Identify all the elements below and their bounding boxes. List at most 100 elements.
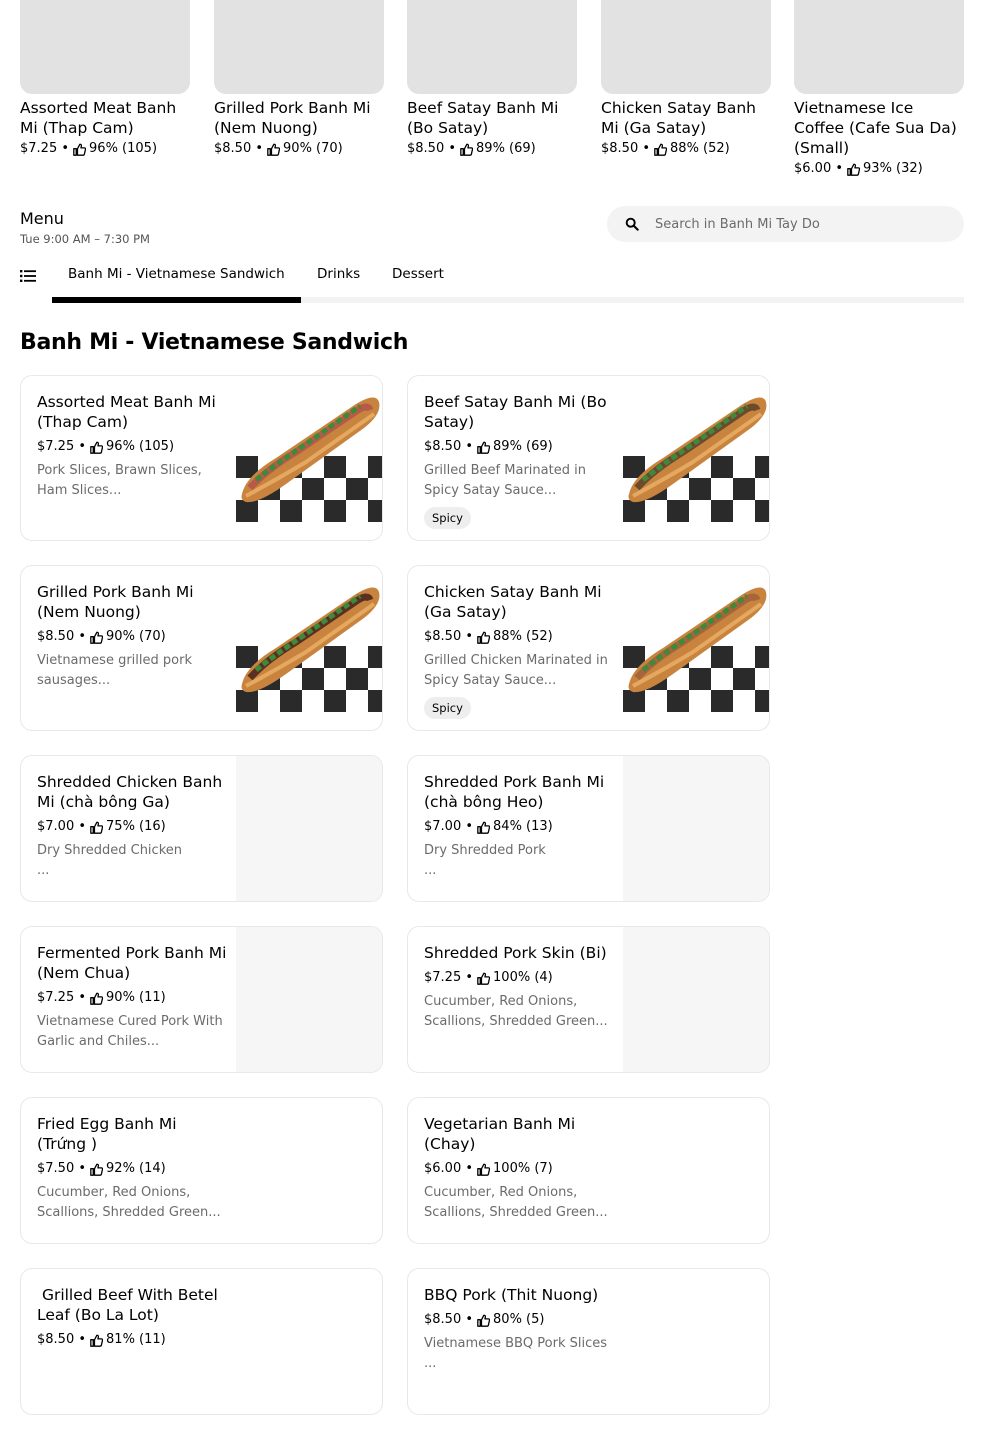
- menu-item-card[interactable]: Shredded Pork Skin (Bi) $7.25 • 100% (4)…: [407, 926, 770, 1073]
- item-description: Cucumber, Red Onions, Scallions, Shredde…: [37, 1183, 227, 1223]
- thumbs-up-icon: [460, 143, 474, 156]
- item-meta: $8.50 • 90% (70): [37, 627, 227, 647]
- item-description-line: Scallions, Shredded Green...: [424, 1014, 608, 1029]
- item-title: Fermented Pork Banh Mi (Nem Chua): [37, 944, 227, 982]
- item-photo-banh-mi[interactable]: [623, 566, 769, 712]
- menu-item-card[interactable]: Grilled Pork Banh Mi (Nem Nuong) $8.50 •…: [20, 565, 383, 731]
- item-price: $8.50 •: [214, 141, 264, 156]
- item-meta: $6.00 • 100% (7): [424, 1159, 614, 1179]
- menu-item-card[interactable]: Grilled Beef With Betel Leaf (Bo La Lot)…: [20, 1268, 383, 1415]
- carousel-item[interactable]: Assorted Meat Banh Mi (Thap Cam) $7.25 •…: [20, 0, 190, 159]
- item-title: Assorted Meat Banh Mi (Thap Cam): [37, 393, 216, 431]
- tab-dessert[interactable]: Dessert: [392, 264, 444, 284]
- menu-search-box[interactable]: [607, 206, 964, 242]
- thumbs-up-icon: [90, 631, 104, 644]
- menu-item-card[interactable]: Fermented Pork Banh Mi (Nem Chua) $7.25 …: [20, 926, 383, 1073]
- item-rating: 96% (105): [106, 439, 175, 454]
- item-image-placeholder[interactable]: [623, 927, 769, 1072]
- item-meta: $7.00 • 84% (13): [424, 817, 614, 837]
- item-title: Fried Egg Banh Mi (Trứng ): [37, 1115, 177, 1153]
- item-rating: 93% (32): [863, 161, 923, 176]
- tab-active-indicator: [52, 297, 301, 303]
- card-body: BBQ Pork (Thit Nuong) $8.50 • 80% (5) Vi…: [424, 1285, 614, 1374]
- carousel-item[interactable]: Vietnamese Ice Coffee (Cafe Sua Da) (Sma…: [794, 0, 964, 179]
- item-photo-banh-mi[interactable]: [236, 566, 382, 712]
- item-image-placeholder[interactable]: [236, 927, 382, 1072]
- carousel-item-title[interactable]: Chicken Satay Banh Mi (Ga Satay): [601, 98, 771, 138]
- carousel-item[interactable]: Beef Satay Banh Mi (Bo Satay) $8.50 • 89…: [407, 0, 577, 159]
- item-description: Pork Slices, Brawn Slices, Ham Slices...: [37, 461, 227, 501]
- carousel-item[interactable]: Grilled Pork Banh Mi (Nem Nuong) $8.50 •…: [214, 0, 384, 159]
- item-description-line: Scallions, Shredded Green...: [37, 1205, 221, 1220]
- item-rating: 89% (69): [493, 439, 553, 454]
- item-rating: 90% (70): [106, 629, 166, 644]
- card-body: Assorted Meat Banh Mi (Thap Cam) $7.25 •…: [37, 392, 227, 501]
- item-title: BBQ Pork (Thit Nuong): [424, 1286, 599, 1304]
- card-body: Shredded Pork Skin (Bi) $7.25 • 100% (4)…: [424, 943, 614, 1032]
- item-image-placeholder[interactable]: [601, 0, 771, 94]
- item-description: Vietnamese grilled pork sausages...: [37, 651, 227, 691]
- thumbs-up-icon: [90, 1334, 104, 1347]
- item-rating: 89% (69): [476, 141, 536, 156]
- item-title: Shredded Chicken Banh Mi (chà bông Ga): [37, 773, 223, 811]
- category-list-icon[interactable]: [20, 269, 36, 283]
- item-image-placeholder[interactable]: [794, 0, 964, 94]
- item-rating: 96% (105): [89, 141, 158, 156]
- carousel-item-title[interactable]: Grilled Pork Banh Mi (Nem Nuong): [214, 98, 384, 138]
- item-description-line: Grilled Beef Marinated in: [424, 463, 586, 478]
- thumbs-up-icon: [90, 441, 104, 454]
- item-meta: $8.50 • 89% (69): [424, 437, 614, 457]
- menu-item-card[interactable]: Assorted Meat Banh Mi (Thap Cam) $7.25 •…: [20, 375, 383, 541]
- item-rating: 92% (14): [106, 1161, 166, 1176]
- menu-item-card[interactable]: Shredded Chicken Banh Mi (chà bông Ga) $…: [20, 755, 383, 902]
- item-price: $7.00 •: [424, 819, 474, 834]
- search-icon: [625, 217, 639, 231]
- item-description: Vietnamese Cured Pork With Garlic and Ch…: [37, 1012, 227, 1052]
- item-description-line: Pork Slices, Brawn Slices,: [37, 463, 202, 478]
- item-image-placeholder[interactable]: [20, 0, 190, 94]
- item-photo-banh-mi[interactable]: [623, 376, 769, 522]
- carousel-item-title[interactable]: Vietnamese Ice Coffee (Cafe Sua Da) (Sma…: [794, 98, 964, 158]
- item-image-placeholder[interactable]: [407, 0, 577, 94]
- thumbs-up-icon: [847, 163, 861, 176]
- item-meta: $8.50 • 80% (5): [424, 1310, 614, 1330]
- tab-banh-mi[interactable]: Banh Mi - Vietnamese Sandwich: [68, 264, 285, 284]
- menu-item-card[interactable]: Vegetarian Banh Mi (Chay) $6.00 • 100% (…: [407, 1097, 770, 1244]
- menu-item-card[interactable]: BBQ Pork (Thit Nuong) $8.50 • 80% (5) Vi…: [407, 1268, 770, 1415]
- item-price: $8.50 •: [37, 1332, 87, 1347]
- item-description-line: Scallions, Shredded Green...: [424, 1205, 608, 1220]
- item-image-placeholder[interactable]: [214, 0, 384, 94]
- thumbs-up-icon: [477, 631, 491, 644]
- item-rating: 88% (52): [493, 629, 553, 644]
- item-meta: $7.00 • 75% (16): [37, 817, 227, 837]
- item-photo-banh-mi[interactable]: [236, 376, 382, 522]
- item-meta: $7.25 • 90% (11): [37, 988, 227, 1008]
- item-description-line: Spicy Satay Sauce...: [424, 673, 557, 688]
- item-description: Grilled Beef Marinated in Spicy Satay Sa…: [424, 461, 614, 501]
- menu-item-card[interactable]: Shredded Pork Banh Mi (chà bông Heo) $7.…: [407, 755, 770, 902]
- menu-item-card[interactable]: Chicken Satay Banh Mi (Ga Satay) $8.50 •…: [407, 565, 770, 731]
- item-image-placeholder[interactable]: [623, 756, 769, 901]
- item-price: $6.00 •: [424, 1161, 474, 1176]
- tab-drinks[interactable]: Drinks: [317, 264, 360, 284]
- item-rating: 75% (16): [106, 819, 166, 834]
- carousel-item-meta: $8.50 • 89% (69): [407, 139, 577, 159]
- thumbs-up-icon: [90, 1163, 104, 1176]
- item-image-placeholder[interactable]: [236, 756, 382, 901]
- menu-item-card[interactable]: Beef Satay Banh Mi (Bo Satay) $8.50 • 89…: [407, 375, 770, 541]
- carousel-item-title[interactable]: Beef Satay Banh Mi (Bo Satay): [407, 98, 577, 138]
- carousel-item-title[interactable]: Assorted Meat Banh Mi (Thap Cam): [20, 98, 190, 138]
- item-price: $8.50 •: [424, 439, 474, 454]
- item-title: Grilled Beef With Betel Leaf (Bo La Lot): [37, 1286, 223, 1324]
- carousel-item[interactable]: Chicken Satay Banh Mi (Ga Satay) $8.50 •…: [601, 0, 771, 159]
- menu-item-card[interactable]: Fried Egg Banh Mi (Trứng ) $7.50 • 92% (…: [20, 1097, 383, 1244]
- item-price: $7.50 •: [37, 1161, 87, 1176]
- item-description-line: Vietnamese Cured Pork With: [37, 1014, 223, 1029]
- item-rating: 90% (11): [106, 990, 166, 1005]
- item-description-line: Cucumber, Red Onions,: [424, 1185, 578, 1200]
- item-description-line: Cucumber, Red Onions,: [37, 1185, 191, 1200]
- card-body: Beef Satay Banh Mi (Bo Satay) $8.50 • 89…: [424, 392, 614, 529]
- search-input[interactable]: [655, 216, 945, 232]
- card-body: Fried Egg Banh Mi (Trứng ) $7.50 • 92% (…: [37, 1114, 227, 1223]
- thumbs-up-icon: [90, 821, 104, 834]
